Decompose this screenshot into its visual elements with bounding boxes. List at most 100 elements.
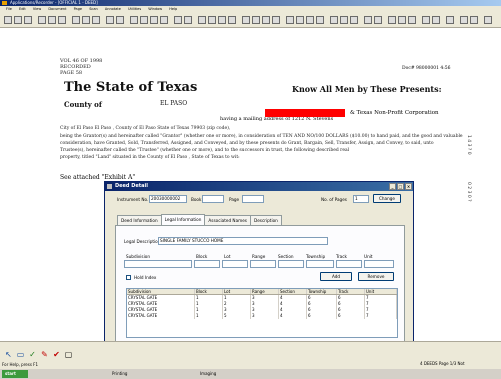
tab-deed-information[interactable]: Deed Information <box>117 215 162 225</box>
menu-file[interactable]: File <box>6 7 12 11</box>
col-header-range[interactable]: Range <box>251 289 279 294</box>
track-field[interactable] <box>336 260 362 268</box>
menu-view[interactable]: View <box>33 7 41 11</box>
unit-field[interactable] <box>364 260 394 268</box>
plus-icon[interactable] <box>460 16 468 24</box>
menu-scan[interactable]: Scan <box>89 7 98 11</box>
first-page-icon[interactable] <box>198 16 206 24</box>
pointer-icon[interactable]: ↖ <box>4 350 13 359</box>
frame-icon[interactable]: ▢ <box>64 350 73 359</box>
rectangle-icon[interactable]: ▭ <box>16 350 25 359</box>
book-label: Book <box>191 197 202 202</box>
change-button[interactable]: Change <box>373 194 401 203</box>
note-icon[interactable] <box>316 16 324 24</box>
grid-icon[interactable] <box>262 16 270 24</box>
dialog-title-bar[interactable]: Deed Detail _ □ × <box>105 182 413 191</box>
menu-document[interactable]: Document <box>48 7 66 11</box>
page-field[interactable] <box>242 195 264 203</box>
instrument-field[interactable]: 20030000002 <box>149 195 187 203</box>
scan-icon[interactable] <box>48 16 56 24</box>
pan-icon[interactable] <box>252 16 260 24</box>
exit-icon[interactable] <box>484 16 492 24</box>
redo-icon[interactable] <box>116 16 124 24</box>
highlight-icon[interactable] <box>286 16 294 24</box>
next-page-icon[interactable] <box>218 16 226 24</box>
color-icon[interactable] <box>470 16 478 24</box>
paste-icon[interactable] <box>92 16 100 24</box>
menu-page[interactable]: Page <box>74 7 82 11</box>
fit-width-icon[interactable] <box>160 16 168 24</box>
deed-line-3: Trustee(s), hereinafter called the "Trus… <box>60 148 350 153</box>
deed-line-1: being the Grantor(s) and hereinafter cal… <box>60 134 463 139</box>
stamp-icon[interactable] <box>306 16 314 24</box>
hold-index-checkbox[interactable] <box>126 275 131 280</box>
subdivision-field[interactable] <box>124 260 192 268</box>
menu-window[interactable]: Window <box>148 7 162 11</box>
save-icon[interactable] <box>24 16 32 24</box>
col-header-section[interactable]: Section <box>279 289 307 294</box>
check-mark-icon[interactable]: ✔ <box>52 350 61 359</box>
export-icon[interactable] <box>350 16 358 24</box>
print-icon[interactable] <box>38 16 46 24</box>
range-field[interactable] <box>250 260 276 268</box>
new-icon[interactable] <box>4 16 12 24</box>
redact-icon[interactable] <box>296 16 304 24</box>
block-field[interactable] <box>194 260 220 268</box>
menu-annotate[interactable]: Annotate <box>105 7 121 11</box>
menu-utilities[interactable]: Utilities <box>128 7 141 11</box>
col-header-unit[interactable]: Unit <box>365 289 397 294</box>
col-header-lot[interactable]: Lot <box>223 289 251 294</box>
tab-legal-information[interactable]: Legal Information <box>160 214 206 225</box>
side-number-2: 0 2 3 0 ? <box>466 182 471 202</box>
col-header-block[interactable]: Block <box>195 289 223 294</box>
undo-icon[interactable] <box>106 16 114 24</box>
info-icon[interactable] <box>432 16 440 24</box>
cascade-icon[interactable] <box>388 16 396 24</box>
tab-associated-names[interactable]: Associated Names <box>204 215 251 225</box>
settings-icon[interactable] <box>364 16 372 24</box>
tile-icon[interactable] <box>398 16 406 24</box>
legal-description-field[interactable]: SINGLE FAMILY STUCCO HOME <box>158 237 328 245</box>
open-icon[interactable] <box>14 16 22 24</box>
prev-page-icon[interactable] <box>208 16 216 24</box>
pages-field[interactable]: 1 <box>353 195 369 203</box>
section-field[interactable] <box>278 260 304 268</box>
start-button[interactable]: start <box>2 370 28 378</box>
maximize-icon[interactable]: □ <box>397 183 404 190</box>
preview-icon[interactable] <box>58 16 66 24</box>
close-doc-icon[interactable] <box>408 16 416 24</box>
menu-edit[interactable]: Edit <box>19 7 26 11</box>
book-field[interactable] <box>202 195 224 203</box>
check-icon[interactable]: ✓ <box>28 350 37 359</box>
tab-description[interactable]: Description <box>249 215 282 225</box>
copy-icon[interactable] <box>82 16 90 24</box>
dialog-icon <box>107 184 112 189</box>
rotate-right-icon[interactable] <box>184 16 192 24</box>
cut-icon[interactable] <box>72 16 80 24</box>
fit-page-icon[interactable] <box>150 16 158 24</box>
zoom-out-icon[interactable] <box>140 16 148 24</box>
thumbnail-icon[interactable] <box>272 16 280 24</box>
close-icon[interactable]: × <box>405 183 412 190</box>
last-page-icon[interactable] <box>228 16 236 24</box>
rotate-left-icon[interactable] <box>174 16 182 24</box>
col-header-township[interactable]: Township <box>307 289 337 294</box>
help-text: For Help, press F1 <box>2 362 39 367</box>
col-header-track[interactable]: Track <box>337 289 365 294</box>
lot-field[interactable] <box>222 260 248 268</box>
menu-help[interactable]: Help <box>169 7 177 11</box>
add-button[interactable]: Add <box>320 272 352 281</box>
table-row[interactable]: CRYSTAL GATE 1 5 3 4 6 6 7 <box>127 313 397 319</box>
zoom-dropdown-icon[interactable] <box>446 16 454 24</box>
pen-icon[interactable]: ✎ <box>40 350 49 359</box>
help-icon[interactable] <box>374 16 382 24</box>
col-header-subdivision[interactable]: Subdivision <box>127 289 195 294</box>
search-icon[interactable] <box>330 16 338 24</box>
select-icon[interactable] <box>242 16 250 24</box>
township-field[interactable] <box>306 260 334 268</box>
find-icon[interactable] <box>340 16 348 24</box>
zoom-in-icon[interactable] <box>130 16 138 24</box>
remove-button[interactable]: Remove <box>358 272 394 281</box>
options-icon[interactable] <box>422 16 430 24</box>
minimize-icon[interactable]: _ <box>389 183 396 190</box>
